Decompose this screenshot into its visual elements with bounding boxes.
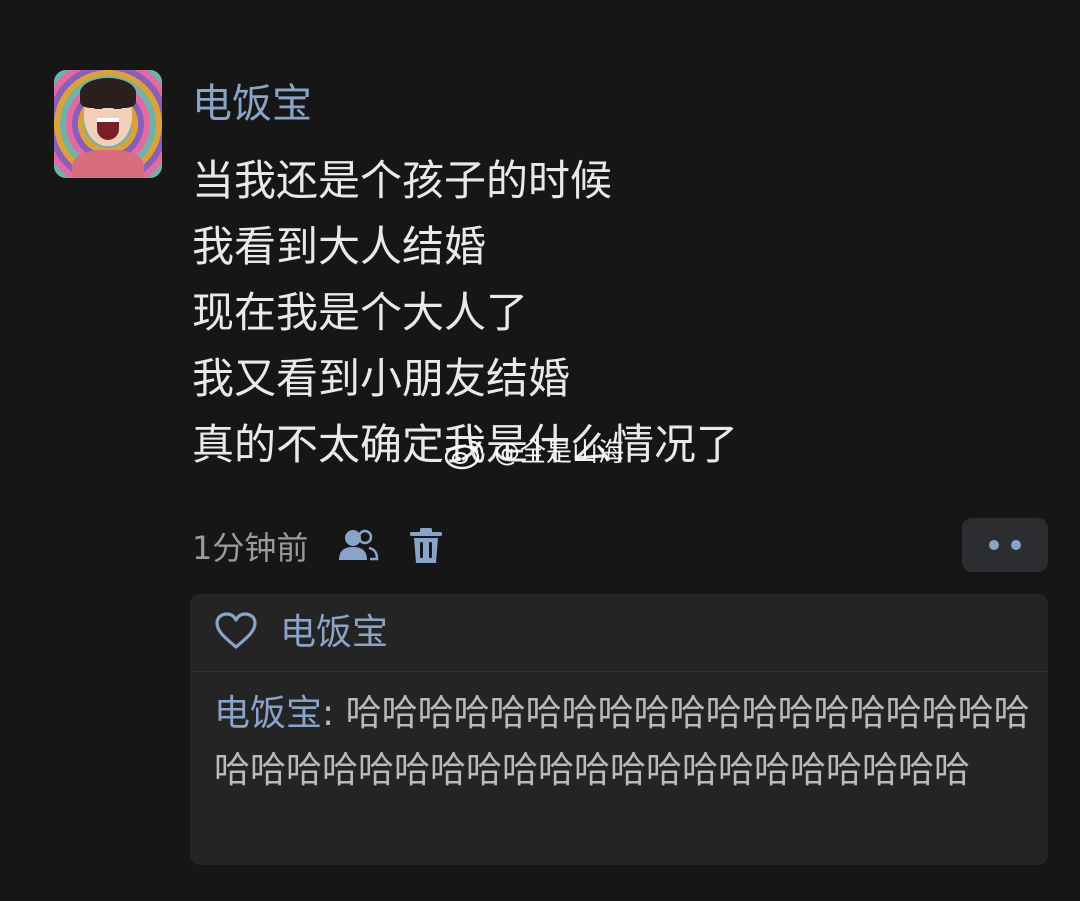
liker-name[interactable]: 电饭宝	[280, 611, 388, 655]
avatar-hair-shape	[80, 78, 136, 108]
post-line-3: 现在我是个大人了	[192, 288, 529, 337]
avatar-eye-left	[94, 106, 103, 109]
post-line-2: 我看到大人结婚	[192, 222, 487, 271]
avatar-eye-right	[113, 106, 122, 109]
watermark: @全是山海	[444, 436, 624, 470]
post-line-4: 我又看到小朋友结婚	[192, 354, 571, 403]
user-avatar[interactable]	[54, 70, 162, 178]
comment[interactable]: 电饭宝: 哈哈哈哈哈哈哈哈哈哈哈哈哈哈哈哈哈哈哈哈哈哈哈哈哈哈哈哈哈哈哈哈哈哈哈…	[214, 685, 1040, 799]
heart-icon	[214, 611, 258, 655]
post-line-1: 当我还是个孩子的时候	[192, 156, 613, 205]
avatar-body-shape	[72, 150, 144, 178]
avatar-mouth	[97, 118, 119, 140]
trash-icon[interactable]	[408, 526, 444, 570]
post-time: 1分钟前	[192, 529, 309, 567]
more-dot	[989, 540, 999, 550]
post-content: 当我还是个孩子的时候 我看到大人结婚 现在我是个大人了 我又看到小朋友结婚 真的…	[192, 148, 952, 478]
comment-separator: :	[322, 693, 346, 734]
more-dots-icon[interactable]	[962, 518, 1048, 572]
weibo-logo-icon	[444, 440, 484, 470]
more-dot	[1011, 540, 1021, 550]
comment-author[interactable]: 电饭宝	[214, 693, 322, 734]
likes-row: 电饭宝	[190, 594, 1048, 672]
interaction-box: 电饭宝 电饭宝: 哈哈哈哈哈哈哈哈哈哈哈哈哈哈哈哈哈哈哈哈哈哈哈哈哈哈哈哈哈哈哈…	[190, 594, 1048, 865]
moments-post: 电饭宝 当我还是个孩子的时候 我看到大人结婚 现在我是个大人了 我又看到小朋友结…	[0, 0, 1080, 901]
post-username[interactable]: 电饭宝	[192, 80, 312, 128]
watermark-text: @全是山海	[494, 438, 625, 468]
friends-icon[interactable]	[336, 526, 380, 570]
post-meta: 1分钟前	[192, 524, 444, 572]
